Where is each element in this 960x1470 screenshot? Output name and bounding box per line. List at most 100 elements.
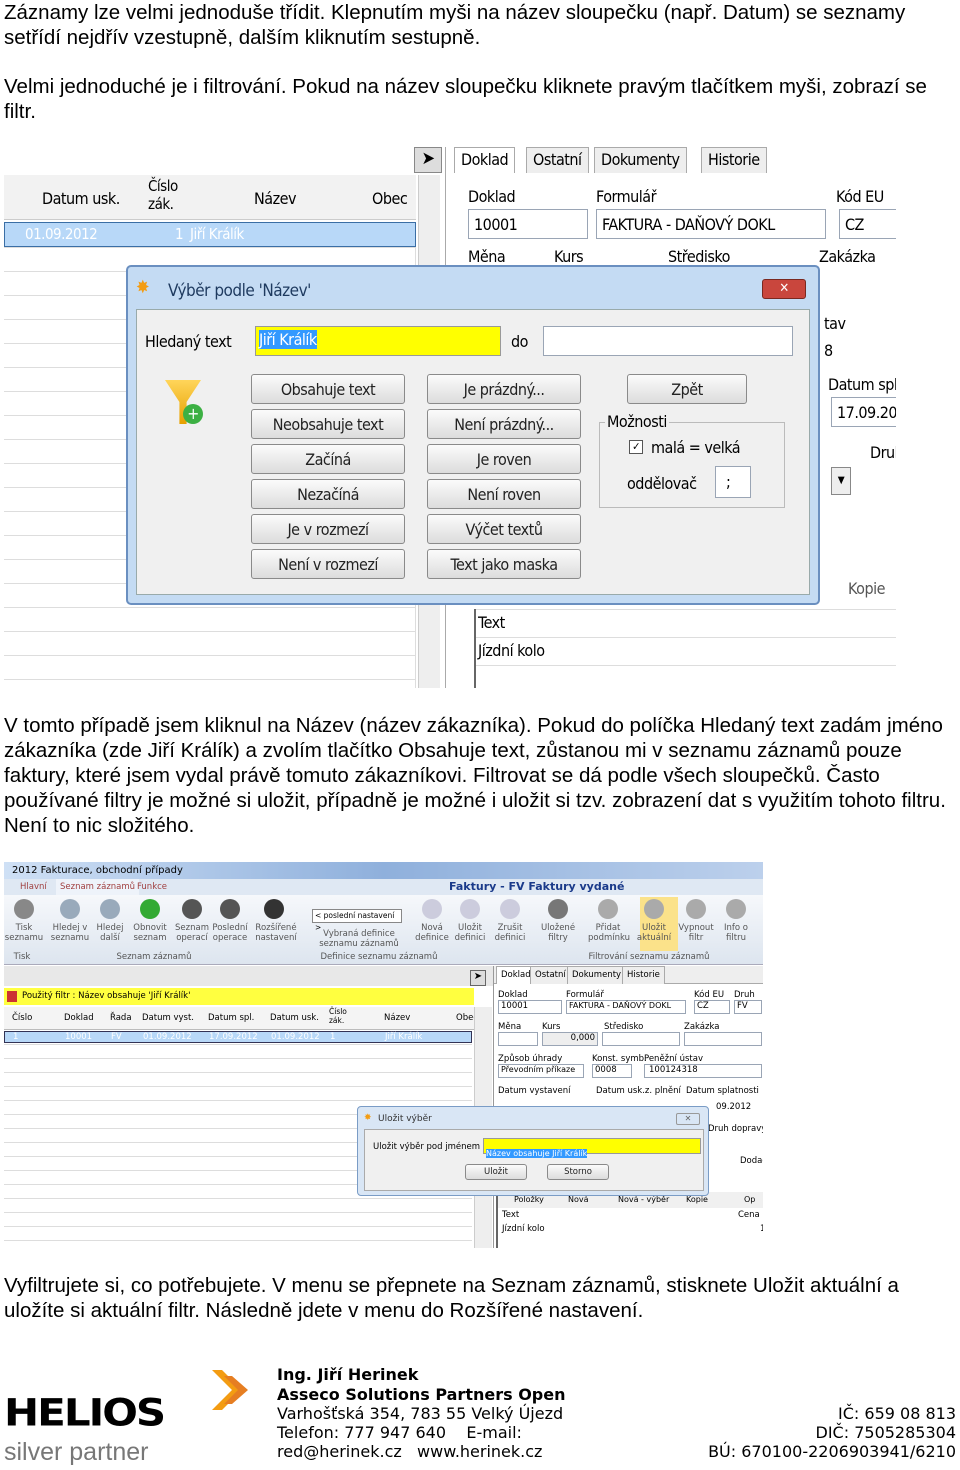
column-datum-usk[interactable]: Datum usk. xyxy=(42,189,120,208)
screenshot-filter-dialog: Datum usk. Číslo zák. Název Obec 01.09.2… xyxy=(4,147,896,688)
back-button[interactable]: Zpět xyxy=(627,374,747,404)
separator-input[interactable]: ; xyxy=(715,466,751,498)
doklad-input[interactable]: 10001 xyxy=(468,209,588,239)
filter-button[interactable]: Není v rozmezí xyxy=(251,549,405,579)
label-zakazka: Zakázka xyxy=(819,247,876,266)
zakazka-select[interactable] xyxy=(684,1032,762,1046)
screenshot-save-filter: 2012 Fakturace, obchodní případy Hlavní … xyxy=(4,862,763,1248)
ribbon-button[interactable]: Seznam operací xyxy=(172,923,212,943)
ribbon-button[interactable]: Info o filtru xyxy=(716,923,756,943)
stredisko-select[interactable] xyxy=(602,1032,680,1046)
column-header[interactable]: Číslo zák. xyxy=(329,1007,347,1025)
filter-button[interactable]: Obsahuje text xyxy=(251,374,405,404)
cell-cislo: 1 xyxy=(175,225,184,243)
ribbon-button[interactable]: Hledej další xyxy=(90,923,130,943)
ribbon-button[interactable]: Uložené filtry xyxy=(538,923,578,943)
tab-dokumenty[interactable]: Dokumenty xyxy=(567,966,627,984)
tab-ostatni[interactable]: Ostatní xyxy=(530,966,571,984)
close-icon[interactable]: ✕ xyxy=(676,1113,700,1125)
column-header[interactable]: Řada xyxy=(110,1013,132,1023)
filter-button[interactable]: Začíná xyxy=(251,444,405,474)
save-name-input[interactable]: Název obsahuje Jiří Králík xyxy=(483,1138,701,1158)
druh-select[interactable]: FV xyxy=(734,1000,762,1014)
ribbon-button[interactable]: Hledej v seznamu xyxy=(50,923,90,943)
filter-button[interactable]: Je roven xyxy=(427,444,581,474)
column-header[interactable]: Doklad xyxy=(64,1013,94,1023)
value-8: 8 xyxy=(824,341,833,360)
definition-select[interactable]: < poslední nastavení > xyxy=(312,909,402,932)
filter-bar[interactable]: Použitý filtr : Název obsahuje 'Jiří Krá… xyxy=(4,988,474,1005)
filter-button[interactable]: Není roven xyxy=(427,479,581,509)
grid-header: Číslo Doklad Řada Datum vyst. Datum spl. Datu… xyxy=(4,1007,478,1030)
copy-button[interactable]: Kopie xyxy=(848,579,885,598)
tab-ostatni[interactable]: Ostatní xyxy=(526,147,589,173)
search-input[interactable]: Jiří Králík xyxy=(255,326,501,356)
ribbon-button[interactable]: Nová definice xyxy=(412,923,452,943)
arrow-right-icon[interactable]: ➤ xyxy=(414,147,442,173)
column-obec[interactable]: Obec xyxy=(372,189,408,208)
tab-historie[interactable]: Historie xyxy=(701,147,767,173)
datum-spl-input[interactable]: 17.09.20 xyxy=(831,397,896,427)
column-cislo-zak[interactable]: Číslo zák. xyxy=(148,177,188,213)
to-input[interactable] xyxy=(543,326,793,356)
ribbon-button[interactable]: Vypnout filtr xyxy=(676,923,716,943)
tab-dokumenty[interactable]: Dokumenty xyxy=(594,147,687,173)
doklad-input[interactable]: 10001 xyxy=(498,1000,562,1014)
contact-web[interactable]: red@herinek.cz www.herinek.cz xyxy=(277,1442,542,1461)
table-row-selected[interactable]: 01.09.2012 1 Jiří Králík xyxy=(4,222,416,247)
ustav-select[interactable]: 100124318 xyxy=(644,1064,762,1078)
filter-button[interactable]: Je v rozmezí xyxy=(251,514,405,544)
kod-eu-select[interactable]: CZ xyxy=(694,1000,730,1014)
case-checkbox[interactable]: ✓ xyxy=(629,440,643,454)
kod-eu-select[interactable]: CZ xyxy=(839,209,896,239)
table-row-selected[interactable]: 1 10001 FV 01.09.2012 17.09.2012 01.09.2012 1 J… xyxy=(4,1031,472,1043)
ribbon-tab-funkce[interactable]: Funkce xyxy=(137,879,167,895)
formular-select[interactable]: FAKTURA - DAŇOVÝ DOKL xyxy=(566,1000,686,1014)
filter-button[interactable]: Neobsahuje text xyxy=(251,409,405,439)
ribbon-button[interactable]: Obnovit seznam xyxy=(130,923,170,943)
label-doklad: Doklad xyxy=(498,990,528,1000)
ribbon-button[interactable]: Uložit aktuální xyxy=(634,923,674,943)
kurs-input[interactable]: 0,000 xyxy=(542,1032,598,1046)
tab-historie[interactable]: Historie xyxy=(622,966,665,984)
ribbon-button[interactable]: Rozšířené nastavení xyxy=(254,923,298,943)
ribbon-button[interactable]: Zrušit definici xyxy=(490,923,530,943)
item-row[interactable]: Jízdní kolo xyxy=(478,641,545,660)
column-header[interactable]: Datum spl. xyxy=(208,1013,254,1023)
ribbon-button[interactable]: Tisk seznamu xyxy=(4,923,44,943)
filter-button[interactable]: Není prázdný... xyxy=(427,409,581,439)
chevron-down-icon[interactable]: ▼ xyxy=(831,467,851,495)
ribbon-button[interactable]: Přidat podmínku xyxy=(588,923,630,943)
toolbar-button[interactable]: Op xyxy=(744,1192,755,1208)
ribbon-button[interactable]: Uložit definici xyxy=(450,923,490,943)
filter-button[interactable]: Výčet textů xyxy=(427,514,581,544)
ribbon-button[interactable]: Poslední operace xyxy=(210,923,250,943)
save-button[interactable]: Uložit xyxy=(465,1164,527,1180)
column-header[interactable]: Název xyxy=(384,1013,410,1023)
close-icon[interactable]: ✕ xyxy=(762,279,806,299)
table-cell: 17.09.2012 xyxy=(209,1032,258,1042)
column-header[interactable]: Číslo xyxy=(12,1013,32,1023)
filter-button[interactable]: Nezačíná xyxy=(251,479,405,509)
filter-button[interactable]: Je prázdný... xyxy=(427,374,581,404)
konst-select[interactable]: 0008 xyxy=(592,1064,632,1078)
column-header[interactable]: Datum usk. xyxy=(270,1013,319,1023)
formular-select[interactable]: FAKTURA - DAŇOVÝ DOKL xyxy=(596,209,826,239)
label-ustav: Peněžní ústav xyxy=(644,1054,703,1064)
column-nazev[interactable]: Název xyxy=(254,189,297,208)
company-dic: DIČ: 7505285304 xyxy=(815,1423,956,1442)
ribbon-tab-seznam[interactable]: Seznam záznamů xyxy=(56,879,140,895)
zpusob-select[interactable]: Převodním příkaze xyxy=(498,1064,584,1078)
arrow-right-icon[interactable]: ➤ xyxy=(470,970,486,986)
tab-doklad[interactable]: Doklad xyxy=(454,147,516,173)
case-label: malá = velká xyxy=(651,438,741,457)
cancel-button[interactable]: Storno xyxy=(547,1164,609,1180)
ribbon-icon xyxy=(726,899,746,919)
ribbon-tab-hlavni[interactable]: Hlavní xyxy=(20,879,47,895)
column-header[interactable]: Datum vyst. xyxy=(142,1013,194,1023)
filter-button[interactable]: Text jako maska xyxy=(427,549,581,579)
group-definice: Definice seznamu záznamů xyxy=(320,952,438,962)
filter-off-icon[interactable] xyxy=(7,991,17,1002)
mena-select[interactable] xyxy=(498,1032,538,1046)
item-name[interactable]: Jízdní kolo xyxy=(502,1224,545,1234)
